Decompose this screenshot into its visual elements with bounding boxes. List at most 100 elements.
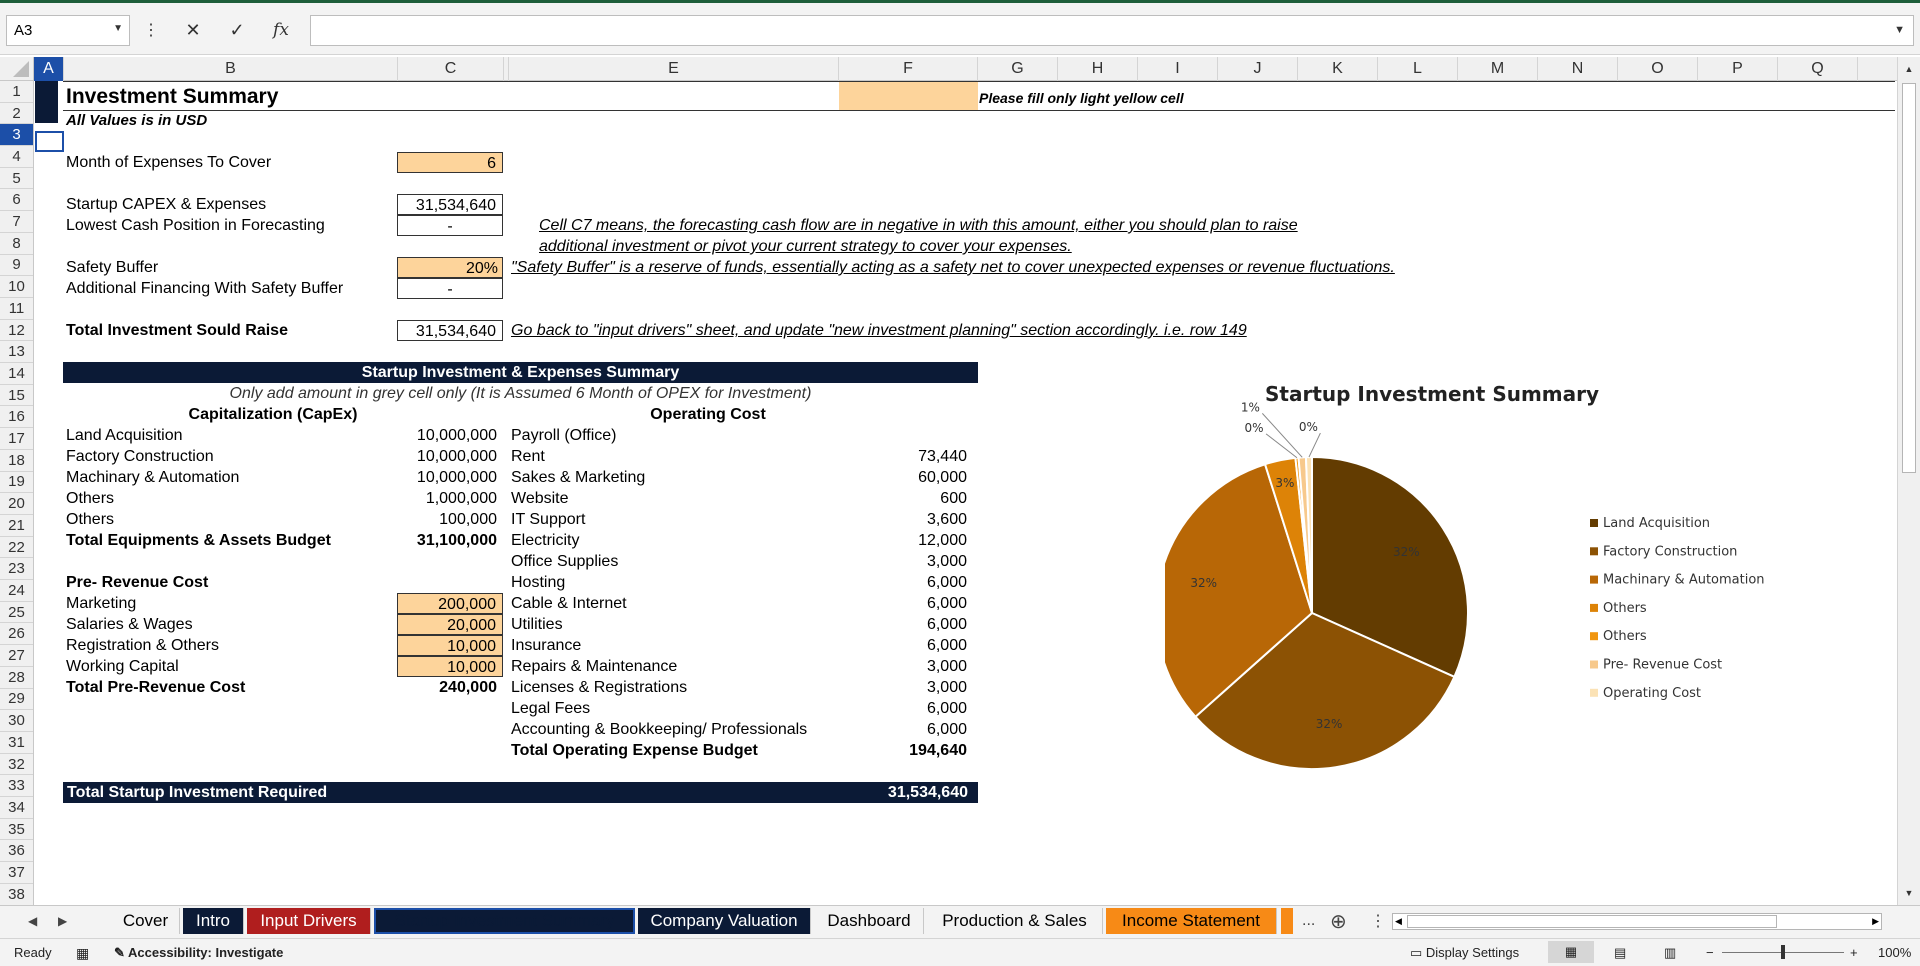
months-input[interactable]: 6	[397, 152, 503, 173]
row-header[interactable]: 12	[0, 320, 33, 342]
row-header[interactable]: 5	[0, 168, 33, 190]
active-cell-a3[interactable]	[35, 131, 64, 152]
add-sheet-icon[interactable]: ⊕	[1330, 909, 1347, 934]
scroll-down-icon[interactable]: ▼	[1902, 885, 1916, 901]
row-header[interactable]: 2	[0, 103, 33, 125]
row-header[interactable]: 30	[0, 710, 33, 732]
scroll-up-icon[interactable]: ▲	[1902, 61, 1916, 77]
page-layout-icon[interactable]: ▤	[1614, 945, 1626, 961]
row-header[interactable]: 26	[0, 624, 33, 646]
column-header[interactable]: A	[34, 57, 64, 81]
page-break-icon[interactable]: ▥	[1664, 945, 1676, 961]
tab-production-sales[interactable]: Production & Sales	[927, 908, 1103, 934]
enter-icon[interactable]: ✓	[222, 15, 252, 45]
column-header[interactable]: M	[1458, 57, 1538, 81]
pie-chart[interactable]: Startup Investment Summary 32% 32% 32% 3% 0% 1…	[1155, 375, 1785, 795]
vertical-scrollbar[interactable]: ▲ ▼	[1897, 57, 1920, 905]
row-header[interactable]: 20	[0, 493, 33, 515]
more-tabs-button[interactable]: ...	[1302, 912, 1315, 930]
zoom-level[interactable]: 100%	[1878, 945, 1911, 960]
name-box[interactable]: A3 ▼	[6, 15, 130, 46]
column-header[interactable]: C	[398, 57, 504, 81]
tab-dashboard[interactable]: Dashboard	[815, 908, 924, 934]
row-header[interactable]: 29	[0, 689, 33, 711]
select-all-corner[interactable]	[0, 57, 34, 81]
row-header[interactable]: 17	[0, 428, 33, 450]
row-header[interactable]: 32	[0, 754, 33, 776]
row-header[interactable]: 19	[0, 472, 33, 494]
row-header[interactable]: 35	[0, 819, 33, 841]
row-header[interactable]: 27	[0, 645, 33, 667]
row-header[interactable]: 7	[0, 211, 33, 233]
tab-company-valuation[interactable]: Company Valuation	[638, 908, 811, 934]
tab-options-icon[interactable]: ⋮	[1370, 911, 1386, 931]
row-header[interactable]: 34	[0, 797, 33, 819]
row-header[interactable]: 24	[0, 580, 33, 602]
row-header[interactable]: 9	[0, 255, 33, 277]
tab-overflow-strip[interactable]	[1281, 908, 1293, 934]
insert-function-icon[interactable]: fx	[266, 15, 296, 45]
cancel-icon[interactable]: ✕	[178, 15, 208, 45]
more-options-icon[interactable]: ⋮	[136, 15, 166, 45]
prerev-item-input[interactable]: 10,000	[397, 635, 503, 656]
column-header[interactable]: E	[509, 57, 839, 81]
row-header[interactable]: 31	[0, 732, 33, 754]
tab-input-drivers[interactable]: Input Drivers	[247, 908, 371, 934]
row-header[interactable]: 13	[0, 341, 33, 364]
expand-formula-icon[interactable]: ▼	[1894, 24, 1905, 36]
prerev-item-input[interactable]: 10,000	[397, 656, 503, 677]
row-header[interactable]: 36	[0, 841, 33, 863]
vertical-scroll-thumb[interactable]	[1902, 83, 1916, 473]
zoom-slider-thumb[interactable]	[1781, 945, 1785, 959]
row-header[interactable]: 3	[0, 124, 33, 147]
row-header[interactable]: 11	[0, 298, 33, 320]
scroll-right-icon[interactable]: ▶	[1872, 916, 1879, 927]
tab-income-statement[interactable]: Income Statement	[1106, 908, 1277, 934]
column-header[interactable]: H	[1058, 57, 1138, 81]
row-header[interactable]: 21	[0, 515, 33, 537]
safety-buffer-input[interactable]: 20%	[397, 257, 503, 278]
normal-view-icon[interactable]: ▦	[1548, 941, 1594, 963]
column-header[interactable]: I	[1138, 57, 1218, 81]
tab-scroll-left-icon[interactable]: ◀	[28, 914, 37, 928]
row-header[interactable]: 14	[0, 363, 33, 385]
tab-startup-investment-summary[interactable]: Startup Investment Summary	[374, 908, 635, 934]
column-header[interactable]: K	[1298, 57, 1378, 81]
column-header[interactable]: F	[839, 57, 978, 81]
tab-scroll-right-icon[interactable]: ▶	[58, 914, 67, 928]
macro-record-icon[interactable]: ▦	[76, 945, 89, 962]
yellow-sample-cell[interactable]	[839, 82, 978, 110]
zoom-out-icon[interactable]: −	[1706, 945, 1714, 960]
chevron-down-icon[interactable]: ▼	[113, 23, 123, 34]
row-header[interactable]: 33	[0, 775, 33, 798]
column-header[interactable]: J	[1218, 57, 1298, 81]
row-header[interactable]: 38	[0, 884, 33, 906]
row-header[interactable]: 6	[0, 190, 33, 212]
column-header[interactable]: G	[978, 57, 1058, 81]
prerev-item-input[interactable]: 20,000	[397, 614, 503, 635]
tab-intro[interactable]: Intro	[183, 908, 244, 934]
horizontal-scrollbar[interactable]: ◀ ▶	[1392, 913, 1882, 930]
row-header[interactable]: 8	[0, 233, 33, 255]
row-header[interactable]: 15	[0, 385, 33, 407]
row-header[interactable]: 23	[0, 558, 33, 581]
row-header[interactable]: 4	[0, 146, 33, 168]
scroll-left-icon[interactable]: ◀	[1395, 916, 1402, 927]
row-header[interactable]: 1	[0, 81, 33, 103]
column-header[interactable]: B	[64, 57, 398, 81]
column-header[interactable]: P	[1698, 57, 1778, 81]
horizontal-scroll-thumb[interactable]	[1407, 915, 1777, 928]
row-header[interactable]: 10	[0, 276, 33, 298]
zoom-in-icon[interactable]: +	[1850, 945, 1858, 960]
row-header[interactable]: 16	[0, 407, 33, 429]
row-header[interactable]: 28	[0, 667, 33, 689]
display-settings-button[interactable]: ▭ Display Settings	[1410, 945, 1519, 961]
row-header[interactable]: 25	[0, 602, 33, 624]
formula-input[interactable]: ▼	[310, 15, 1914, 46]
row-header[interactable]: 37	[0, 862, 33, 884]
column-header[interactable]: O	[1618, 57, 1698, 81]
column-header[interactable]: L	[1378, 57, 1458, 81]
prerev-item-input[interactable]: 200,000	[397, 593, 503, 614]
tab-cover[interactable]: Cover	[112, 908, 180, 934]
column-header[interactable]: Q	[1778, 57, 1858, 81]
